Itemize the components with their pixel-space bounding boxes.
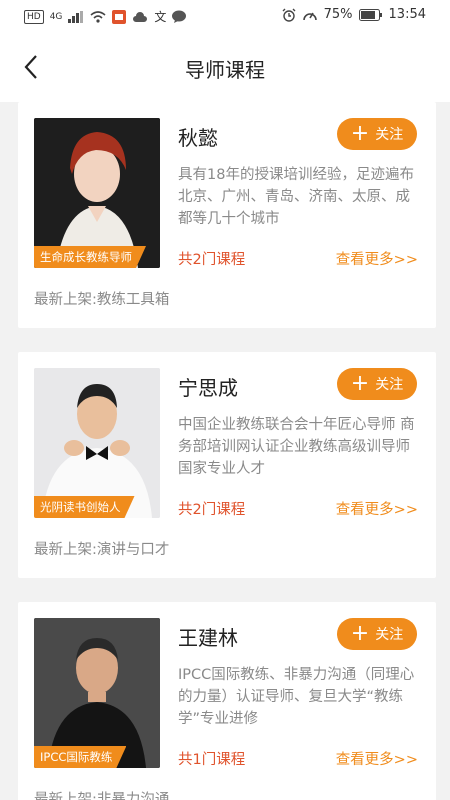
hd-badge: HD — [24, 9, 44, 24]
follow-label: 关注 — [375, 627, 404, 643]
mentor-title-tag: 光阴读书创始人 — [34, 496, 135, 518]
latest-course: 最新上架:演讲与口才 — [34, 542, 170, 558]
speedometer-icon — [302, 12, 317, 20]
alarm-icon — [282, 8, 296, 22]
cloud-icon — [133, 11, 148, 22]
mentor-photo: 光阴读书创始人 — [34, 368, 160, 518]
mentor-description: 中国企业教练联合会十年匠心导师 商务部培训网认证企业教练高级训导师 国家专业人才 — [178, 417, 415, 477]
follow-button[interactable]: + 关注 — [337, 118, 417, 150]
follow-label: 关注 — [375, 127, 404, 143]
mentor-card[interactable]: 生命成长教练导师 秋懿 + 关注 具有18年的授课培训经验，足迹遍布北京、广州、… — [18, 102, 436, 328]
mentor-name: 宁思成 — [178, 376, 238, 400]
follow-button[interactable]: + 关注 — [337, 368, 417, 400]
network-type: 4G — [49, 11, 63, 22]
clock: 13:54 — [388, 7, 426, 22]
message-icon — [172, 10, 187, 23]
plus-icon: + — [350, 621, 370, 646]
mentor-title-tag: IPCC国际教练 — [34, 746, 126, 768]
follow-label: 关注 — [375, 377, 404, 393]
header-bar: 导师课程 — [0, 32, 450, 102]
plus-icon: + — [350, 371, 370, 396]
app-notification-icon — [112, 9, 127, 24]
mentor-description: 具有18年的授课培训经验，足迹遍布北京、广州、青岛、济南、太原、成都等几十个城市 — [178, 167, 414, 227]
mentor-description: IPCC国际教练、非暴力沟通（同理心的力量）认证导师、复旦大学“教练学”专业进修 — [178, 667, 415, 727]
view-more-link[interactable]: 查看更多>> — [336, 248, 418, 269]
signal-icon — [68, 10, 84, 23]
mentor-photo: IPCC国际教练 — [34, 618, 160, 768]
mentor-photo: 生命成长教练导师 — [34, 118, 160, 268]
mentor-title-tag: 生命成长教练导师 — [34, 246, 146, 268]
status-bar: HD 4G 文 75% 13:54 — [0, 0, 450, 32]
mentor-list: 生命成长教练导师 秋懿 + 关注 具有18年的授课培训经验，足迹遍布北京、广州、… — [0, 102, 450, 800]
view-more-link[interactable]: 查看更多>> — [336, 748, 418, 769]
mentor-portrait-icon — [34, 618, 160, 768]
plus-icon: + — [350, 121, 370, 146]
course-count: 共2门课程 — [178, 502, 246, 518]
follow-button[interactable]: + 关注 — [337, 618, 417, 650]
course-count: 共1门课程 — [178, 752, 246, 768]
status-left: HD 4G 文 — [24, 8, 187, 25]
mentor-card[interactable]: IPCC国际教练 王建林 + 关注 IPCC国际教练、非暴力沟通（同理心的力量）… — [18, 602, 436, 800]
latest-course: 最新上架:非暴力沟通 — [34, 792, 170, 800]
latest-course: 最新上架:教练工具箱 — [34, 292, 170, 308]
status-right: 75% 13:54 — [282, 7, 426, 22]
mentor-portrait-icon — [34, 368, 160, 518]
mentor-name: 秋懿 — [178, 126, 218, 150]
battery-percent: 75% — [323, 7, 353, 22]
wifi-icon — [90, 10, 106, 23]
course-count: 共2门课程 — [178, 252, 246, 268]
battery-icon — [358, 8, 382, 21]
page-title: 导师课程 — [185, 58, 265, 82]
ime-icon: 文 — [154, 10, 167, 24]
view-more-link[interactable]: 查看更多>> — [336, 498, 418, 519]
mentor-card[interactable]: 光阴读书创始人 宁思成 + 关注 中国企业教练联合会十年匠心导师 商务部培训网认… — [18, 352, 436, 578]
mentor-portrait-icon — [34, 118, 160, 268]
mentor-name: 王建林 — [178, 626, 238, 650]
